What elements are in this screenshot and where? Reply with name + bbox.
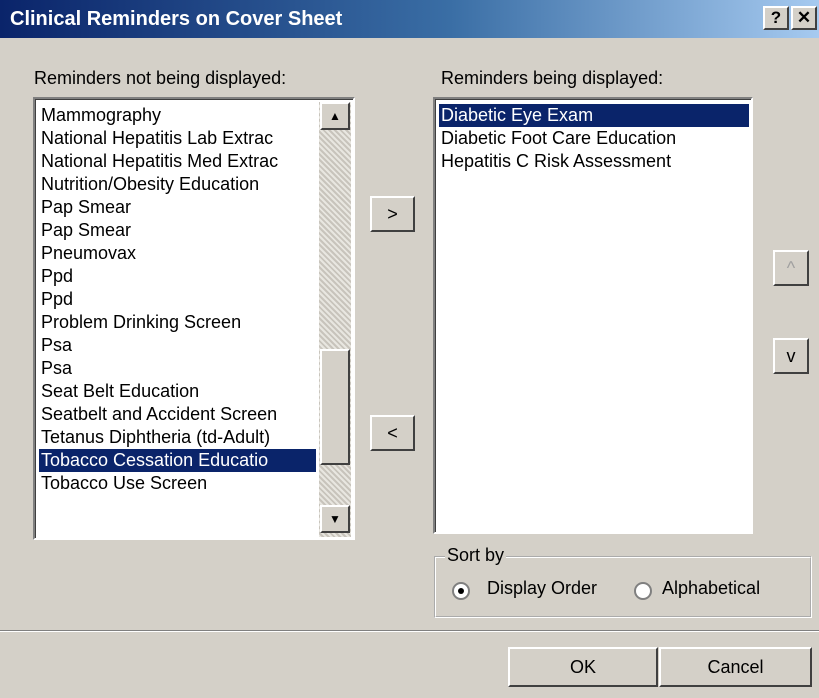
move-up-button[interactable]: ^: [773, 250, 809, 286]
scroll-down-icon: ▼: [329, 512, 341, 526]
sort-display-order-label[interactable]: Display Order: [487, 578, 597, 599]
list-item[interactable]: Seatbelt and Accident Screen: [39, 403, 316, 426]
list-item[interactable]: Nutrition/Obesity Education: [39, 173, 316, 196]
list-item[interactable]: Tetanus Diphtheria (td-Adult): [39, 426, 316, 449]
list-item[interactable]: Tobacco Use Screen: [39, 472, 316, 495]
remove-reminder-button[interactable]: <: [370, 415, 415, 451]
list-item[interactable]: Problem Drinking Screen: [39, 311, 316, 334]
sort-alphabetical-radio[interactable]: [634, 582, 652, 600]
ok-label: OK: [569, 657, 596, 677]
sort-by-legend: Sort by: [445, 545, 507, 566]
left-list-scrollbar[interactable]: ▲ ▼: [319, 102, 351, 537]
close-button[interactable]: ✕: [791, 6, 817, 30]
sort-alphabetical-label[interactable]: Alphabetical: [662, 578, 760, 599]
right-list-label: Reminders being displayed:: [441, 68, 664, 88]
add-arrow-icon: >: [387, 204, 398, 224]
scroll-up-button[interactable]: ▲: [320, 102, 350, 130]
available-reminders-items: Mammography National Hepatitis Lab Extrac…: [35, 99, 353, 538]
clinical-reminders-dialog: Clinical Reminders on Cover Sheet ? ✕ Re…: [0, 0, 819, 698]
close-icon: ✕: [796, 8, 812, 27]
scroll-up-icon: ▲: [329, 109, 341, 123]
list-item[interactable]: Psa: [39, 334, 316, 357]
remove-arrow-icon: <: [387, 423, 398, 443]
add-reminder-button[interactable]: >: [370, 196, 415, 232]
list-item[interactable]: Diabetic Foot Care Education: [439, 127, 749, 150]
cancel-label: Cancel: [707, 657, 764, 677]
displayed-reminders-list[interactable]: Diabetic Eye Exam Diabetic Foot Care Educ…: [433, 97, 753, 534]
list-item[interactable]: Pneumovax: [39, 242, 316, 265]
cancel-button[interactable]: Cancel: [659, 647, 812, 687]
title-bar[interactable]: Clinical Reminders on Cover Sheet ? ✕: [0, 0, 819, 38]
move-up-icon: ^: [786, 258, 796, 278]
list-item[interactable]: Pap Smear: [39, 196, 316, 219]
list-item[interactable]: Ppd: [39, 265, 316, 288]
list-item[interactable]: Seat Belt Education: [39, 380, 316, 403]
list-item[interactable]: National Hepatitis Lab Extrac: [39, 127, 316, 150]
list-item[interactable]: Mammography: [39, 104, 316, 127]
list-item[interactable]: Ppd: [39, 288, 316, 311]
sort-display-order-radio[interactable]: [452, 582, 470, 600]
window-title: Clinical Reminders on Cover Sheet: [10, 8, 343, 30]
list-item[interactable]: Psa: [39, 357, 316, 380]
list-item[interactable]: Pap Smear: [39, 219, 316, 242]
list-item[interactable]: Diabetic Eye Exam: [439, 104, 749, 127]
list-item[interactable]: National Hepatitis Med Extrac: [39, 150, 316, 173]
help-icon: ?: [770, 8, 782, 27]
move-down-button[interactable]: v: [773, 338, 809, 374]
scroll-thumb[interactable]: [320, 349, 350, 465]
move-down-icon: v: [786, 346, 796, 366]
available-reminders-list[interactable]: Mammography National Hepatitis Lab Extrac…: [33, 97, 355, 540]
left-list-label: Reminders not being displayed:: [34, 68, 287, 88]
scroll-down-button[interactable]: ▼: [320, 505, 350, 533]
displayed-reminders-items: Diabetic Eye Exam Diabetic Foot Care Educ…: [435, 99, 751, 532]
help-button[interactable]: ?: [763, 6, 789, 30]
list-item[interactable]: Hepatitis C Risk Assessment: [439, 150, 749, 173]
radio-checked-dot: [458, 588, 464, 594]
footer-separator: [0, 630, 819, 632]
ok-button[interactable]: OK: [508, 647, 658, 687]
list-item[interactable]: Tobacco Cessation Educatio: [39, 449, 316, 472]
